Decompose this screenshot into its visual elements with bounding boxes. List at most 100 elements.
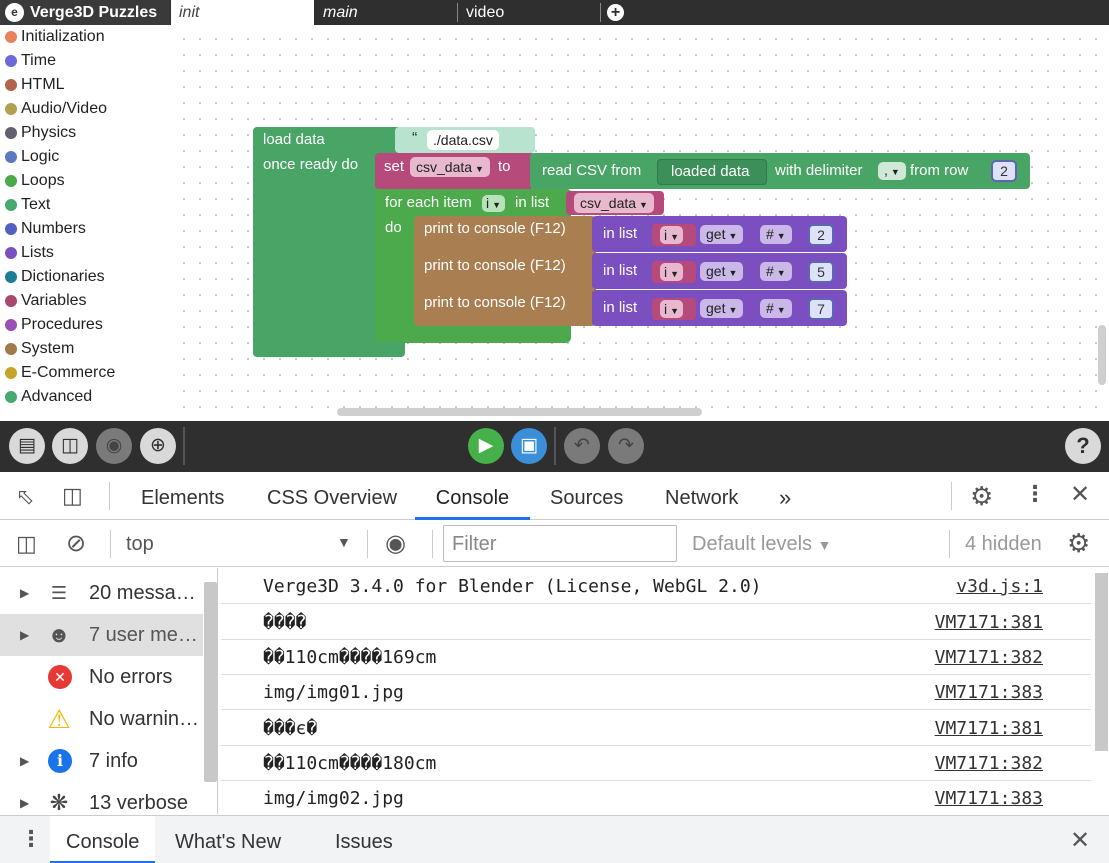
- save-icon[interactable]: ▣: [511, 428, 547, 464]
- context-selector[interactable]: top: [126, 533, 154, 556]
- tab-main[interactable]: main: [315, 0, 457, 25]
- tab-video[interactable]: video: [458, 0, 600, 25]
- index-mode-dropdown[interactable]: # ▼: [760, 225, 792, 244]
- workspace-horizontal-scrollbar[interactable]: [337, 408, 702, 416]
- index-number-field[interactable]: 2: [808, 224, 834, 246]
- workspace-vertical-scrollbar[interactable]: [1098, 325, 1106, 385]
- row-number-field[interactable]: 2: [991, 160, 1017, 182]
- context-dropdown-arrow-icon[interactable]: ▼: [337, 534, 351, 550]
- sidebar-toggle-icon[interactable]: ◫: [16, 531, 37, 557]
- settings-gear-icon[interactable]: ⚙: [970, 481, 993, 512]
- console-settings-gear-icon[interactable]: ⚙: [1067, 528, 1090, 559]
- device-toolbar-icon[interactable]: ◫: [62, 483, 83, 509]
- expand-arrow-icon[interactable]: ▶: [20, 572, 29, 614]
- clear-console-icon[interactable]: ⊘: [66, 529, 86, 558]
- category-item[interactable]: Text: [0, 193, 170, 217]
- category-item[interactable]: HTML: [0, 73, 170, 97]
- filter-divider: [110, 530, 111, 558]
- close-drawer-icon[interactable]: ✕: [1070, 826, 1090, 855]
- tab-elements[interactable]: Elements: [141, 472, 224, 520]
- undo-icon[interactable]: ↶: [564, 428, 600, 464]
- category-item[interactable]: Audio/Video: [0, 97, 170, 121]
- expand-arrow-icon[interactable]: ▶: [20, 614, 29, 656]
- loop-variable-dropdown[interactable]: i ▼: [482, 195, 506, 212]
- tab-css-overview[interactable]: CSS Overview: [267, 472, 397, 520]
- category-color-dot-icon: [5, 271, 17, 283]
- get-label: get: [706, 263, 726, 279]
- category-item[interactable]: Time: [0, 49, 170, 73]
- help-icon[interactable]: ?: [1065, 428, 1101, 464]
- category-item[interactable]: Variables: [0, 289, 170, 313]
- category-item[interactable]: Advanced: [0, 385, 170, 409]
- get-dropdown[interactable]: get ▼: [700, 225, 744, 244]
- expand-arrow-icon[interactable]: ▶: [20, 740, 29, 782]
- target-icon[interactable]: ⊕: [140, 428, 176, 464]
- get-dropdown[interactable]: get ▼: [700, 299, 744, 318]
- file-path-field[interactable]: ./data.csv: [427, 130, 499, 150]
- sidebar-item-info[interactable]: ▶ i 7 info: [0, 740, 203, 782]
- sidebar-item-warnings[interactable]: ⚠ No warnin…: [0, 698, 203, 740]
- screenshot-icon[interactable]: ◉: [96, 428, 132, 464]
- var-i-dropdown[interactable]: i ▼: [660, 263, 684, 281]
- category-item[interactable]: Loops: [0, 169, 170, 193]
- sidebar-scrollbar[interactable]: [204, 582, 217, 782]
- source-link[interactable]: VM7171:382: [935, 640, 1043, 675]
- category-label: Audio/Video: [21, 100, 107, 117]
- index-number-field[interactable]: 5: [808, 261, 834, 283]
- verge3d-logo-icon: e: [5, 3, 24, 22]
- more-tabs-icon[interactable]: »: [779, 472, 791, 520]
- console-scrollbar[interactable]: [1095, 573, 1108, 751]
- category-item[interactable]: System: [0, 337, 170, 361]
- close-devtools-icon[interactable]: ✕: [1070, 480, 1090, 509]
- category-item[interactable]: Dictionaries: [0, 265, 170, 289]
- category-item[interactable]: Logic: [0, 145, 170, 169]
- index-mode-dropdown[interactable]: # ▼: [760, 262, 792, 281]
- var-i-dropdown[interactable]: i ▼: [660, 300, 684, 318]
- live-expression-eye-icon[interactable]: ◉: [385, 529, 406, 558]
- delimiter-dropdown[interactable]: , ▼: [878, 162, 906, 180]
- sidebar-item-user-messages[interactable]: ▶ ☻ 7 user me…: [0, 614, 203, 656]
- redo-icon[interactable]: ↷: [608, 428, 644, 464]
- category-item[interactable]: Physics: [0, 121, 170, 145]
- drawer-tab-issues[interactable]: Issues: [335, 816, 393, 863]
- tab-init[interactable]: init: [171, 0, 314, 25]
- panel-icon[interactable]: ◫: [52, 428, 88, 464]
- from-row-label: from row: [910, 162, 969, 179]
- source-link[interactable]: VM7171:383: [935, 781, 1043, 814]
- var-i-dropdown[interactable]: i ▼: [660, 226, 684, 244]
- category-item[interactable]: Lists: [0, 241, 170, 265]
- library-icon[interactable]: ▤: [9, 428, 45, 464]
- index-mode-dropdown[interactable]: # ▼: [760, 299, 792, 318]
- category-label: Advanced: [21, 388, 93, 405]
- variable-dropdown[interactable]: csv_data ▼: [410, 157, 490, 177]
- category-item[interactable]: E-Commerce: [0, 361, 170, 385]
- log-levels-dropdown[interactable]: Default levels ▼: [692, 533, 831, 556]
- index-number-field[interactable]: 7: [808, 298, 834, 320]
- add-tab-icon[interactable]: +: [607, 4, 624, 21]
- source-link[interactable]: VM7171:382: [935, 746, 1043, 781]
- filter-input[interactable]: Filter: [443, 525, 677, 562]
- dropdown-arrow-icon: ▼: [776, 231, 786, 241]
- get-dropdown[interactable]: get ▼: [700, 262, 744, 281]
- tab-network[interactable]: Network: [665, 472, 738, 520]
- source-link[interactable]: VM7171:381: [935, 711, 1043, 746]
- list-variable-dropdown[interactable]: csv_data ▼: [574, 193, 654, 213]
- source-link[interactable]: VM7171:383: [935, 675, 1043, 710]
- category-item[interactable]: Numbers: [0, 217, 170, 241]
- run-icon[interactable]: ▶: [468, 428, 504, 464]
- category-item[interactable]: Initialization: [0, 25, 170, 49]
- sidebar-item-messages[interactable]: ▶ ☰ 20 messa…: [0, 572, 203, 614]
- drawer-tab-console[interactable]: Console: [50, 816, 156, 863]
- inspect-element-icon[interactable]: ⬁: [16, 484, 34, 510]
- tab-console[interactable]: Console: [415, 472, 530, 520]
- tab-sources[interactable]: Sources: [550, 472, 623, 520]
- category-item[interactable]: Procedures: [0, 313, 170, 337]
- sidebar-item-errors[interactable]: ✕ No errors: [0, 656, 203, 698]
- drawer-tab-whats-new[interactable]: What's New: [175, 816, 281, 863]
- drawer-menu-icon[interactable]: ⋮: [20, 826, 42, 852]
- source-link[interactable]: VM7171:381: [935, 605, 1043, 640]
- more-options-icon[interactable]: ⋮: [1024, 481, 1046, 507]
- category-color-dot-icon: [5, 343, 17, 355]
- read-csv-label: read CSV from: [542, 162, 642, 179]
- source-link[interactable]: v3d.js:1: [956, 569, 1043, 604]
